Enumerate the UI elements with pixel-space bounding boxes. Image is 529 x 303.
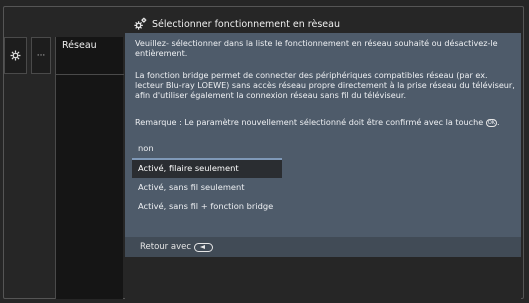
sidebar-column: Réseau (55, 37, 124, 299)
dialog-header: Sélectionner fonctionnement en rèseau (129, 14, 521, 34)
network-mode-list: non Activé, filaire seulement Activé, sa… (132, 139, 282, 216)
dialog-footer: Retour avec (125, 237, 521, 257)
option-sans-fil-bridge[interactable]: Activé, sans fil + fonction bridge (132, 197, 282, 216)
dots-label: ··· (36, 50, 46, 61)
note-text-end: . (497, 117, 500, 127)
ok-key-icon: OK (485, 119, 498, 127)
option-filaire-seulement[interactable]: Activé, filaire seulement (132, 158, 282, 178)
gear-icon (10, 50, 21, 61)
network-gear-icon (134, 17, 147, 30)
note-text-main: Remarque : Le paramètre nouvellement sél… (135, 117, 484, 127)
network-dialog-panel: Veuillez- sélectionner dans la liste le … (125, 33, 521, 257)
dialog-title: Sélectionner fonctionnement en rèseau (152, 18, 340, 30)
note-text: Remarque : Le paramètre nouvellement sél… (135, 117, 515, 127)
submenu-dots-item[interactable]: ··· (31, 37, 51, 74)
instruction-text: Veuillez- sélectionner dans la liste le … (135, 38, 498, 59)
option-sans-fil-seulement[interactable]: Activé, sans fil seulement (132, 178, 282, 197)
settings-menu-item[interactable] (4, 37, 27, 74)
empty-bottom-area (125, 257, 521, 299)
bridge-description-text: La fonction bridge permet de connecter d… (135, 70, 515, 101)
option-non[interactable]: non (132, 139, 282, 158)
tv-menu-screen: ··· Réseau Sélectionner fonctionnement e… (0, 0, 529, 303)
back-hint-label: Retour avec (140, 242, 192, 252)
back-key-icon (194, 242, 214, 252)
sidebar-divider (56, 74, 124, 75)
sidebar-item-reseau[interactable]: Réseau (62, 40, 97, 51)
